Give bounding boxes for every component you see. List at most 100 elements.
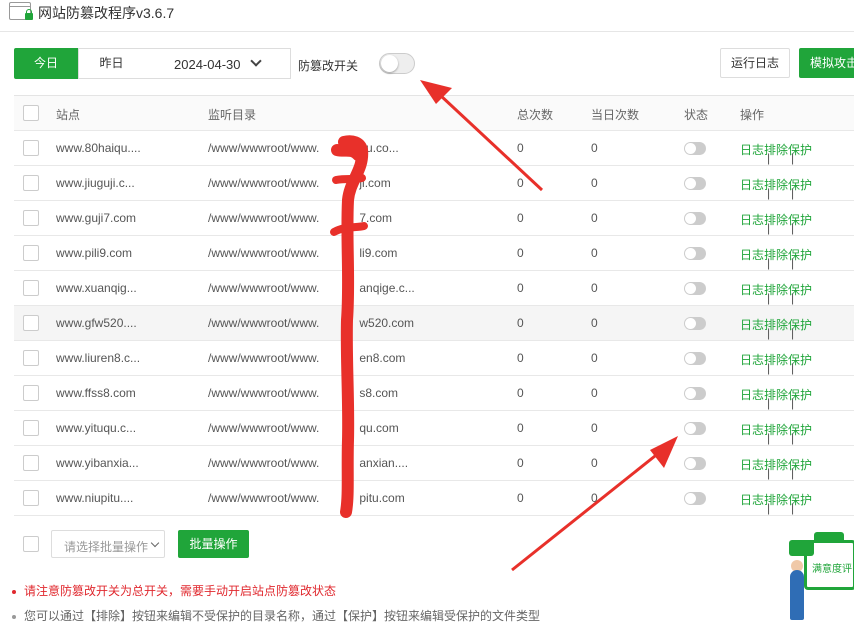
row-checkbox[interactable] [23,455,39,471]
dir-prefix: /www/wwwroot/www. [208,351,320,365]
row-actions: 日志 | 排除 | 保护 [740,493,813,515]
site-name: www.niupitu.... [56,491,134,505]
site-name: www.guji7.com [56,211,137,225]
log-link[interactable]: 日志 [740,493,764,507]
dir-prefix: /www/wwwroot/www. [208,281,320,295]
simulate-attack-button[interactable]: 模拟攻击 [799,48,854,78]
watch-directory: /www/wwwroot/www. qu.co... [208,141,399,155]
satisfaction-rating-widget[interactable]: 满意度评 [784,520,854,624]
row-checkbox[interactable] [23,140,39,156]
date-select[interactable]: 2024-04-30 [144,48,291,79]
table-row: www.yibanxia... /www/wwwroot/www. anxian..… [14,446,854,481]
table-row: www.xuanqig... /www/wwwroot/www. anqige.c.… [14,271,854,306]
total-count: 0 [517,176,524,190]
row-checkbox[interactable] [23,315,39,331]
dir-suffix: qu.com [359,421,399,435]
watch-directory: /www/wwwroot/www. ji.com [208,176,391,190]
site-name: www.yibanxia... [56,456,139,470]
total-count: 0 [517,141,524,155]
table-header: 站点 监听目录 总次数 当日次数 状态 操作 [14,96,854,131]
header-dir: 监听目录 [208,108,257,122]
rating-tag-icon [789,540,814,556]
log-link[interactable]: 日志 [740,353,764,367]
batch-operation-button[interactable]: 批量操作 [178,530,249,558]
row-actions: 日志 | 排除 | 保护 [740,178,813,200]
row-checkbox[interactable] [23,245,39,261]
watch-directory: /www/wwwroot/www. li9.com [208,246,397,260]
row-checkbox[interactable] [23,175,39,191]
total-count: 0 [517,211,524,225]
total-count: 0 [517,491,524,505]
site-status-toggle[interactable] [684,352,706,365]
site-status-toggle[interactable] [684,387,706,400]
person-icon [790,570,804,620]
row-checkbox[interactable] [23,490,39,506]
row-actions: 日志 | 排除 | 保护 [740,283,813,305]
dir-prefix: /www/wwwroot/www. [208,491,320,505]
dir-prefix: /www/wwwroot/www. [208,246,320,260]
log-link[interactable]: 日志 [740,388,764,402]
chevron-down-icon [250,55,262,67]
today-count: 0 [591,491,598,505]
dir-prefix: /www/wwwroot/www. [208,211,320,225]
log-link[interactable]: 日志 [740,178,764,192]
total-count: 0 [517,281,524,295]
header-site: 站点 [56,108,81,122]
today-count: 0 [591,456,598,470]
row-actions: 日志 | 排除 | 保护 [740,143,813,165]
yesterday-tab[interactable]: 昨日 [78,48,145,79]
batch-checkbox[interactable] [23,536,39,552]
header-status: 状态 [684,108,709,122]
log-link[interactable]: 日志 [740,318,764,332]
today-count: 0 [591,141,598,155]
row-actions: 日志 | 排除 | 保护 [740,458,813,480]
today-count: 0 [591,316,598,330]
log-link[interactable]: 日志 [740,248,764,262]
dir-suffix: anxian.... [359,456,409,470]
log-link[interactable]: 日志 [740,458,764,472]
lock-icon [25,9,33,20]
row-checkbox[interactable] [23,385,39,401]
today-tab[interactable]: 今日 [14,48,78,79]
today-count: 0 [591,351,598,365]
batch-operation-select[interactable]: 请选择批量操作 [51,530,165,558]
site-status-toggle[interactable] [684,422,706,435]
tamper-switch-label: 防篡改开关 [298,59,359,73]
site-table: 站点 监听目录 总次数 当日次数 状态 操作 www.80haiqu.... /w… [14,95,854,516]
batch-select-placeholder: 请选择批量操作 [64,540,149,554]
today-count: 0 [591,211,598,225]
row-checkbox[interactable] [23,210,39,226]
table-row: www.liuren8.c... /www/wwwroot/www. en8.com… [14,341,854,376]
watch-directory: /www/wwwroot/www. s8.com [208,386,398,400]
site-status-toggle[interactable] [684,142,706,155]
log-link[interactable]: 日志 [740,143,764,157]
watch-directory: /www/wwwroot/www. w520.com [208,316,414,330]
tamper-master-switch[interactable] [379,53,415,74]
site-name: www.pili9.com [56,246,133,260]
log-link[interactable]: 日志 [740,213,764,227]
site-status-toggle[interactable] [684,247,706,260]
log-link[interactable]: 日志 [740,423,764,437]
site-status-toggle[interactable] [684,457,706,470]
dir-prefix: /www/wwwroot/www. [208,386,320,400]
site-name: www.liuren8.c... [56,351,141,365]
site-status-toggle[interactable] [684,177,706,190]
table-row: www.niupitu.... /www/wwwroot/www. pitu.com… [14,481,854,516]
row-checkbox[interactable] [23,350,39,366]
header-ops: 操作 [740,108,765,122]
dir-suffix: ji.com [359,176,391,190]
run-log-button[interactable]: 运行日志 [720,48,790,78]
row-checkbox[interactable] [23,280,39,296]
row-actions: 日志 | 排除 | 保护 [740,213,813,235]
total-count: 0 [517,246,524,260]
log-link[interactable]: 日志 [740,283,764,297]
site-name: www.ffss8.com [56,386,136,400]
row-checkbox[interactable] [23,420,39,436]
total-count: 0 [517,316,524,330]
site-status-toggle[interactable] [684,317,706,330]
watch-directory: /www/wwwroot/www. pitu.com [208,491,405,505]
site-status-toggle[interactable] [684,282,706,295]
site-status-toggle[interactable] [684,492,706,505]
site-status-toggle[interactable] [684,212,706,225]
select-all-checkbox[interactable] [23,105,39,121]
